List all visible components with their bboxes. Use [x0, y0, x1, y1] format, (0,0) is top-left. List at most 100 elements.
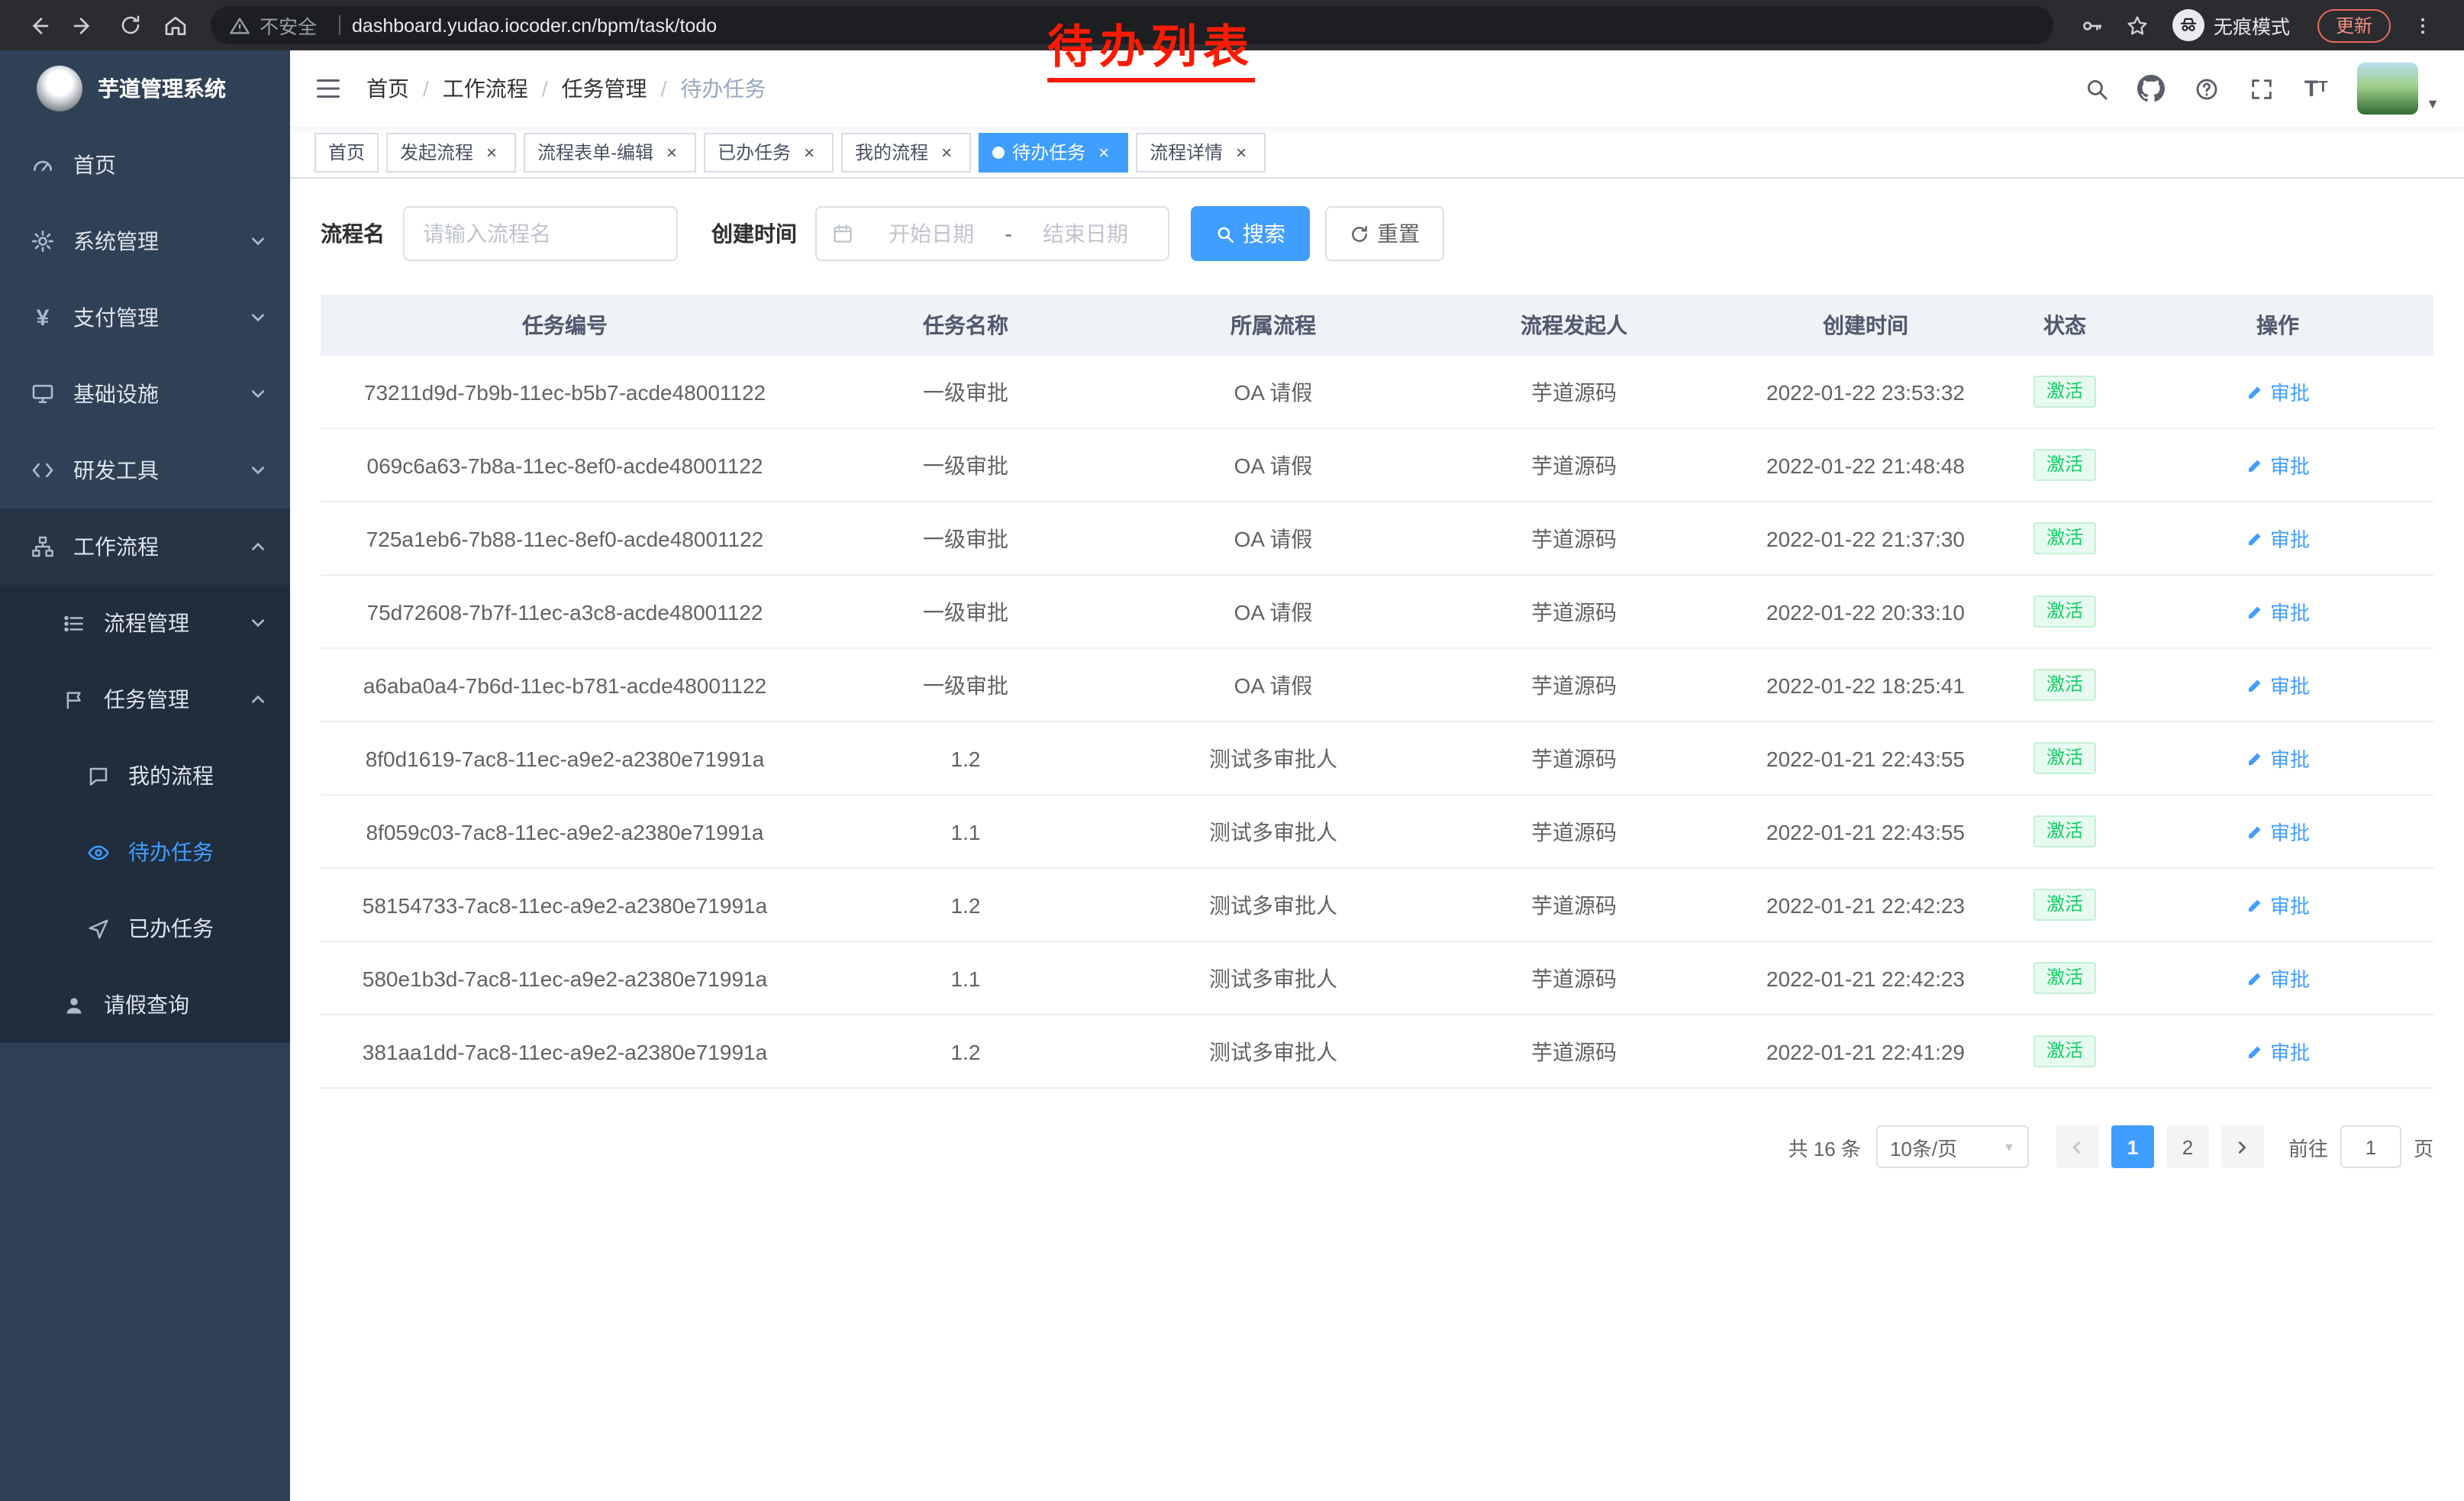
- help-icon[interactable]: [2183, 66, 2229, 111]
- fullscreen-icon[interactable]: [2238, 66, 2284, 111]
- column-status: 状态: [2008, 295, 2122, 356]
- sidebar-item-my-process[interactable]: 我的流程: [0, 738, 290, 814]
- approve-link[interactable]: 审批: [2246, 450, 2310, 479]
- cell-action: 审批: [2122, 942, 2433, 1014]
- cell-create-time: 2022-01-21 22:41:29: [1724, 1015, 2008, 1087]
- breadcrumb-workflow[interactable]: 工作流程: [443, 73, 528, 104]
- next-page-button[interactable]: [2221, 1125, 2264, 1168]
- approve-link[interactable]: 审批: [2246, 1037, 2310, 1066]
- workflow-submenu: 流程管理 任务管理: [0, 585, 290, 1043]
- approve-link[interactable]: 审批: [2246, 524, 2310, 553]
- sidebar-item-home[interactable]: 首页: [0, 127, 290, 203]
- status-badge: 激活: [2034, 961, 2095, 994]
- sidebar-item-devtools[interactable]: 研发工具: [0, 432, 290, 508]
- breadcrumb-home[interactable]: 首页: [366, 73, 409, 104]
- page-content: 流程名 创建时间 开始日期 - 结束日期: [290, 179, 2464, 1501]
- tab-done-tasks[interactable]: 已办任务: [704, 132, 834, 172]
- cell-status: 激活: [2008, 1015, 2122, 1087]
- page-button-1[interactable]: 1: [2111, 1125, 2154, 1168]
- cell-action: 审批: [2122, 356, 2433, 428]
- breadcrumb-current: 待办任务: [680, 73, 766, 104]
- refresh-icon: [1350, 224, 1369, 244]
- sidebar-item-payment[interactable]: 支付管理: [0, 279, 290, 356]
- sidebar-item-infrastructure[interactable]: 基础设施: [0, 356, 290, 432]
- sidebar-item-task-management[interactable]: 任务管理: [0, 661, 290, 738]
- forward-icon[interactable]: [64, 5, 104, 45]
- search-button[interactable]: 搜索: [1191, 206, 1310, 261]
- logo-avatar: [37, 66, 82, 111]
- home-icon[interactable]: [156, 5, 195, 45]
- cell-task-id: 381aa1dd-7ac8-11ec-a9e2-a2380e71991a: [321, 1015, 809, 1087]
- avatar[interactable]: [2357, 63, 2418, 115]
- approve-link[interactable]: 审批: [2246, 964, 2310, 993]
- goto-page-input[interactable]: [2340, 1125, 2401, 1168]
- tab-todo-tasks[interactable]: 待办任务: [979, 132, 1128, 172]
- approve-link[interactable]: 审批: [2246, 670, 2310, 699]
- security-label: 不安全: [260, 11, 317, 40]
- sidebar-item-process-management[interactable]: 流程管理: [0, 585, 290, 661]
- close-icon[interactable]: [1093, 141, 1114, 163]
- cell-task-name: 1.1: [809, 796, 1122, 867]
- close-icon[interactable]: [936, 141, 957, 163]
- breadcrumb-task-management[interactable]: 任务管理: [562, 73, 647, 104]
- date-range-picker[interactable]: 开始日期 - 结束日期: [815, 206, 1169, 261]
- warning-icon: [229, 15, 250, 36]
- filter-bar: 流程名 创建时间 开始日期 - 结束日期: [321, 206, 2433, 261]
- code-icon: [31, 458, 55, 483]
- incognito-icon: [2172, 9, 2204, 41]
- user-menu[interactable]: [2357, 63, 2440, 115]
- tab-process-detail[interactable]: 流程详情: [1136, 132, 1266, 172]
- reload-icon[interactable]: [110, 5, 150, 45]
- sidebar-item-system[interactable]: 系统管理: [0, 203, 290, 279]
- approve-link[interactable]: 审批: [2246, 744, 2310, 773]
- sidebar-item-todo-tasks[interactable]: 待办任务: [0, 814, 290, 890]
- close-icon[interactable]: [661, 141, 682, 163]
- tab-home[interactable]: 首页: [314, 132, 379, 172]
- cell-create-time: 2022-01-22 21:48:48: [1724, 429, 2008, 501]
- close-icon[interactable]: [1230, 141, 1252, 163]
- chevron-up-icon: [250, 692, 266, 707]
- sidebar-item-label: 请假查询: [104, 989, 189, 1020]
- tab-my-process[interactable]: 我的流程: [841, 132, 971, 172]
- column-actions: 操作: [2122, 295, 2433, 356]
- cell-action: 审批: [2122, 429, 2433, 501]
- breadcrumb-separator: /: [423, 76, 429, 101]
- approve-link[interactable]: 审批: [2246, 817, 2310, 846]
- header-search-icon[interactable]: [2073, 66, 2119, 111]
- page-size-select[interactable]: 10条/页: [1876, 1125, 2029, 1168]
- cell-task-id: 58154733-7ac8-11ec-a9e2-a2380e71991a: [321, 869, 809, 941]
- update-label: 更新: [2336, 12, 2372, 38]
- cell-starter: 芋道源码: [1424, 942, 1724, 1014]
- close-icon[interactable]: [481, 141, 502, 163]
- cell-create-time: 2022-01-22 18:25:41: [1724, 649, 2008, 721]
- update-button[interactable]: 更新: [2317, 8, 2391, 42]
- cell-task-name: 一级审批: [809, 576, 1122, 647]
- status-badge: 激活: [2034, 448, 2095, 481]
- password-key-icon[interactable]: [2073, 7, 2110, 44]
- gear-icon: [31, 229, 55, 253]
- approve-link[interactable]: 审批: [2246, 890, 2310, 919]
- sidebar-item-label: 研发工具: [73, 455, 159, 486]
- chrome-menu-kebab-icon[interactable]: [2404, 7, 2441, 44]
- github-icon[interactable]: [2128, 66, 2174, 111]
- font-size-icon[interactable]: [2293, 66, 2339, 111]
- approve-link[interactable]: 审批: [2246, 377, 2310, 406]
- sidebar-item-leave-query[interactable]: 请假查询: [0, 967, 290, 1043]
- sidebar-item-done-tasks[interactable]: 已办任务: [0, 890, 290, 967]
- bookmark-star-icon[interactable]: [2119, 7, 2156, 44]
- reset-button[interactable]: 重置: [1325, 206, 1444, 261]
- tab-form-editor[interactable]: 流程表单-编辑: [524, 132, 696, 172]
- chevron-up-icon: [250, 539, 266, 554]
- approve-link[interactable]: 审批: [2246, 597, 2310, 626]
- close-icon[interactable]: [798, 141, 820, 163]
- cell-task-name: 1.2: [809, 869, 1122, 941]
- sidebar-collapse-icon[interactable]: [314, 75, 342, 102]
- process-name-input[interactable]: [403, 206, 678, 261]
- cell-create-time: 2022-01-22 23:53:32: [1724, 356, 2008, 428]
- page-button-2[interactable]: 2: [2166, 1125, 2209, 1168]
- chevron-down-icon: [250, 463, 266, 478]
- tab-start-process[interactable]: 发起流程: [386, 132, 516, 172]
- sidebar-item-workflow[interactable]: 工作流程: [0, 508, 290, 585]
- back-icon[interactable]: [18, 5, 58, 45]
- prev-page-button[interactable]: [2056, 1125, 2099, 1168]
